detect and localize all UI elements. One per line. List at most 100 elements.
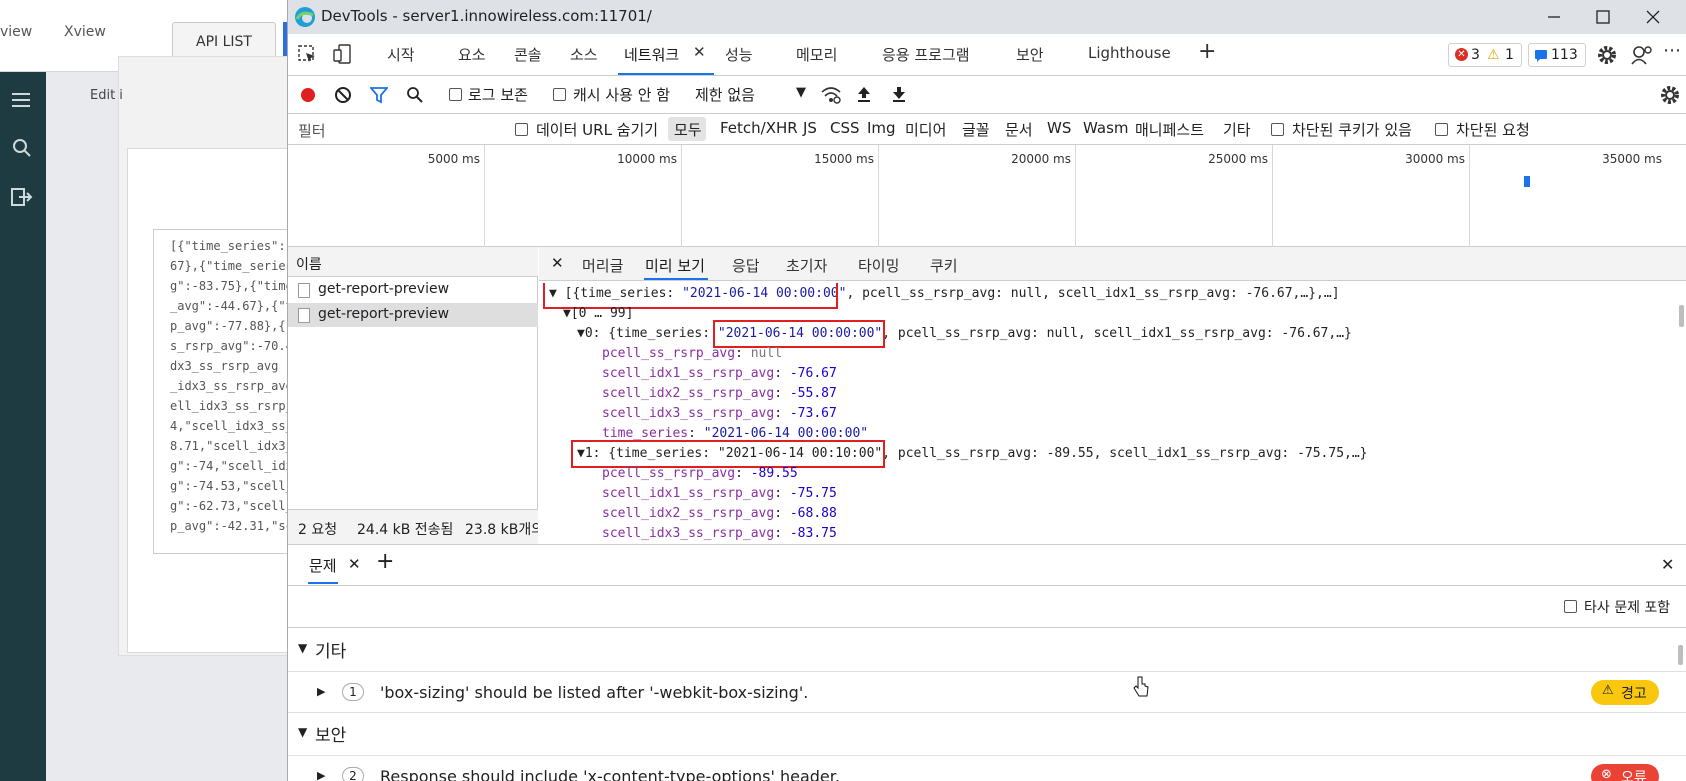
timeline-tick-label: 10000 ms	[617, 152, 677, 166]
issue-section-title[interactable]: 기타	[315, 637, 346, 662]
customize-icon[interactable]	[1630, 43, 1654, 65]
network-settings-gear-icon[interactable]	[1659, 84, 1681, 106]
request-row-selected[interactable]: get-report-preview	[288, 303, 538, 327]
inspect-element-icon[interactable]	[297, 44, 317, 64]
background-api-list-tab[interactable]: API LIST	[172, 22, 276, 60]
filter-icon[interactable]	[370, 86, 388, 104]
filter-type-img[interactable]: Img	[867, 119, 896, 137]
hide-data-urls-checkbox[interactable]	[515, 123, 528, 136]
request-summary-bar: 2 요청 24.4 kB 전송됨 23.8 kB개의	[288, 509, 538, 544]
json-field: scell_idx2_ss_rsrp_avg: -68.88	[602, 506, 837, 521]
filter-type-media[interactable]: 미디어	[905, 119, 946, 140]
filter-type-js[interactable]: JS	[803, 119, 817, 137]
request-row[interactable]: get-report-preview	[288, 278, 538, 302]
filter-input[interactable]: 필터	[298, 120, 326, 141]
export-har-icon[interactable]	[891, 85, 907, 103]
mouse-hand-cursor-icon	[1133, 676, 1149, 697]
detail-tab-timing[interactable]: 타이밍	[858, 255, 899, 276]
close-drawer-icon[interactable]: ✕	[1661, 555, 1674, 574]
add-drawer-tab-icon[interactable]: +	[376, 549, 394, 574]
menu-icon[interactable]	[10, 90, 34, 110]
issue-text: 'box-sizing' should be listed after '-we…	[380, 683, 809, 702]
filter-type-other[interactable]: 기타	[1223, 119, 1251, 140]
close-drawer-tab-icon[interactable]: ✕	[348, 555, 361, 573]
clear-icon[interactable]	[334, 86, 352, 104]
throttle-select[interactable]: 제한 없음	[695, 84, 755, 105]
tab-start[interactable]: 시작	[387, 44, 415, 65]
minimize-icon[interactable]	[1546, 9, 1562, 25]
json-range-line[interactable]: ▼[0 … 99]	[563, 306, 633, 321]
import-har-icon[interactable]	[856, 85, 872, 103]
disable-cache-checkbox[interactable]	[553, 88, 566, 101]
messages-badge[interactable]: 113	[1528, 43, 1586, 67]
issue-row[interactable]: ▶ 2 Response should include 'x-content-t…	[288, 755, 1686, 781]
tab-memory[interactable]: 메모리	[796, 44, 837, 65]
tab-console[interactable]: 콘솔	[514, 44, 542, 65]
detail-tab-initiator[interactable]: 초기자	[786, 255, 827, 276]
more-tabs-plus-icon[interactable]: +	[1198, 39, 1216, 64]
expand-arrow-icon[interactable]: ▶	[317, 685, 325, 698]
error-warning-badge[interactable]: ✕ 3 ⚠ 1	[1448, 43, 1522, 67]
detail-tab-preview[interactable]: 미리 보기	[645, 255, 705, 276]
filter-type-font[interactable]: 글꼴	[962, 119, 990, 140]
filter-type-wasm[interactable]: Wasm	[1083, 119, 1129, 137]
close-window-icon[interactable]	[1645, 9, 1661, 25]
request-list-header	[288, 247, 538, 277]
filter-type-css[interactable]: CSS	[830, 119, 860, 137]
timeline-tick-label: 5000 ms	[427, 152, 480, 166]
blocked-cookies-checkbox[interactable]	[1271, 123, 1284, 136]
timeline-gridline	[484, 145, 485, 247]
issue-section-title[interactable]: 보안	[315, 721, 346, 746]
third-party-checkbox[interactable]	[1564, 600, 1577, 613]
warning-badge: ⚠ 경고	[1591, 680, 1659, 705]
expand-arrow-icon[interactable]: ▼	[298, 725, 307, 739]
detail-tab-cookies[interactable]: 쿠키	[930, 255, 958, 276]
json-field: scell_idx3_ss_rsrp_avg: -73.67	[602, 406, 837, 421]
filter-type-doc[interactable]: 문서	[1005, 119, 1033, 140]
blocked-requests-checkbox[interactable]	[1435, 123, 1448, 136]
messages-count: 113	[1551, 47, 1578, 63]
device-toolbar-icon[interactable]	[333, 43, 353, 65]
background-tab-xview[interactable]: Xview	[64, 24, 106, 40]
tab-network[interactable]: 네트워크	[624, 44, 679, 65]
expand-arrow-icon[interactable]: ▼	[298, 641, 307, 655]
close-detail-icon[interactable]: ✕	[551, 254, 564, 272]
tab-application[interactable]: 응용 프로그램	[882, 44, 970, 65]
warning-icon: ⚠	[1487, 47, 1500, 63]
throttle-dropdown-icon[interactable]: ▼	[796, 85, 806, 100]
highlight-box	[713, 320, 885, 348]
network-conditions-icon[interactable]	[820, 85, 842, 105]
tab-lighthouse[interactable]: Lighthouse	[1088, 44, 1171, 62]
drawer-tab-issues[interactable]: 문제	[309, 555, 337, 576]
timeline-gridline	[1469, 145, 1470, 247]
close-tab-icon[interactable]: ✕	[693, 43, 706, 61]
filter-type-fetch-xhr[interactable]: Fetch/XHR	[720, 119, 798, 137]
filter-type-ws[interactable]: WS	[1047, 119, 1071, 137]
more-options-icon[interactable]: ⋯	[1663, 40, 1681, 61]
search-icon[interactable]	[10, 137, 34, 159]
settings-gear-icon[interactable]	[1596, 44, 1618, 66]
background-tab-view[interactable]: view	[0, 24, 32, 40]
name-column-header[interactable]: 이름	[296, 254, 322, 274]
issue-row[interactable]: ▶ 1 'box-sizing' should be listed after …	[288, 671, 1686, 713]
maximize-icon[interactable]	[1595, 9, 1611, 25]
json-preview-tree: ▼ [{time_series: "2021-06-14 00:00:00", …	[539, 283, 1686, 544]
tab-elements[interactable]: 요소	[458, 44, 486, 65]
record-icon[interactable]	[299, 86, 317, 104]
tab-sources[interactable]: 소스	[570, 44, 598, 65]
detail-tab-headers[interactable]: 머리글	[582, 255, 623, 276]
preserve-log-checkbox[interactable]	[449, 88, 462, 101]
issues-scrollbar[interactable]	[1678, 645, 1683, 665]
tab-security[interactable]: 보안	[1016, 44, 1044, 65]
json-field: pcell_ss_rsrp_avg: null	[602, 346, 783, 361]
preview-scrollbar[interactable]	[1679, 305, 1684, 327]
filter-type-all[interactable]: 모두	[674, 119, 702, 140]
detail-tab-response[interactable]: 응답	[732, 255, 760, 276]
json-item-0[interactable]: ▼0: {time_series: "2021-06-14 00:00:00",…	[577, 326, 1352, 341]
expand-arrow-icon[interactable]: ▶	[317, 769, 325, 781]
logout-icon[interactable]	[10, 186, 34, 208]
timeline-overview[interactable]: 5000 ms 10000 ms 15000 ms 20000 ms 25000…	[288, 145, 1686, 247]
search-icon[interactable]	[406, 86, 424, 104]
tab-performance[interactable]: 성능	[725, 44, 753, 65]
filter-type-manifest[interactable]: 매니페스트	[1135, 119, 1204, 140]
